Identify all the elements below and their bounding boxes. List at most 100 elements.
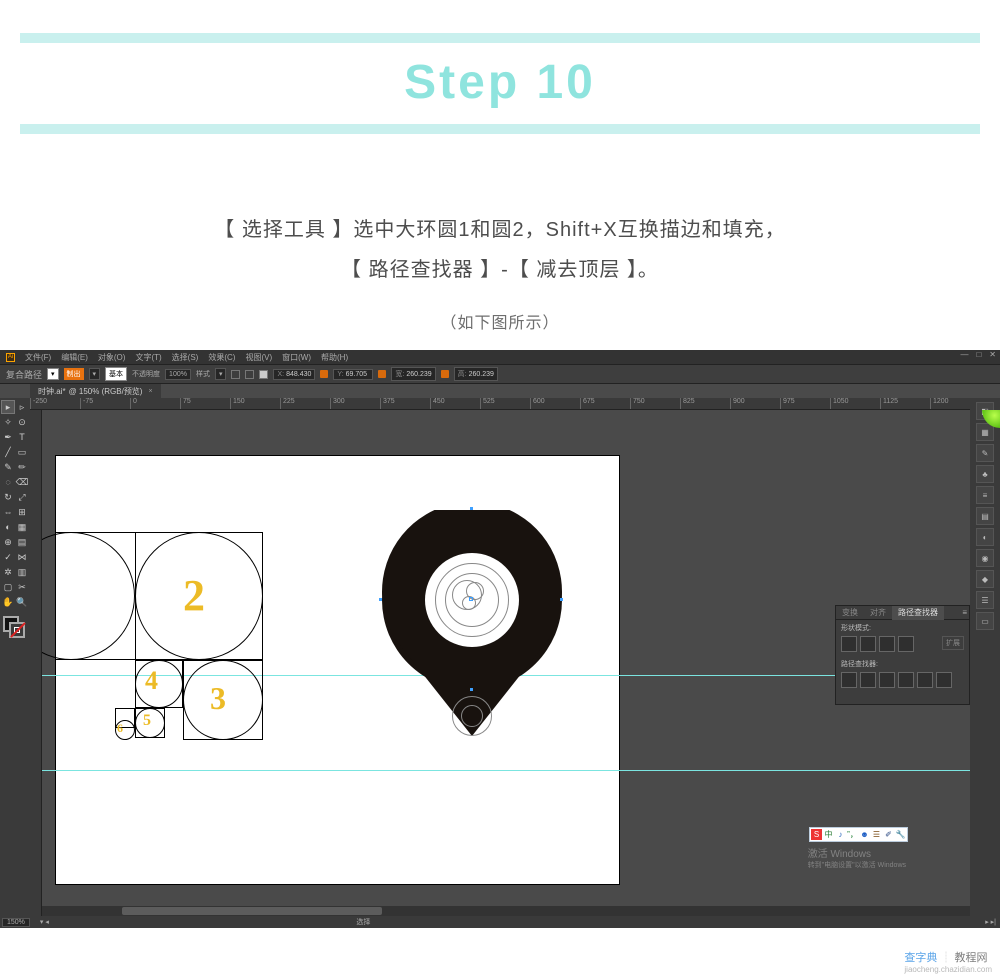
- panel-artboards-icon[interactable]: ▭: [976, 612, 994, 630]
- pf-minus-back-icon[interactable]: [936, 672, 952, 688]
- style-label: 样式: [196, 369, 210, 379]
- panel-symbols-icon[interactable]: ♣: [976, 465, 994, 483]
- stroke-action[interactable]: 制出: [64, 368, 84, 380]
- tool-gradient[interactable]: ▤: [15, 535, 29, 549]
- align-icon-1[interactable]: [231, 370, 240, 379]
- guide-line-2[interactable]: [42, 770, 970, 771]
- tool-symbol-spray[interactable]: ✲: [1, 565, 15, 579]
- panel-brushes-icon[interactable]: ✎: [976, 444, 994, 462]
- panel-color-icon[interactable]: ◧: [976, 402, 994, 420]
- tool-mesh[interactable]: ⊕: [1, 535, 15, 549]
- tool-lasso[interactable]: ⊙: [15, 415, 29, 429]
- menu-select[interactable]: 选择(S): [172, 352, 199, 363]
- status-zoom[interactable]: 150%: [2, 918, 30, 927]
- tool-rotate[interactable]: ↻: [1, 490, 15, 504]
- tool-shape-builder[interactable]: ◐: [1, 520, 15, 534]
- link-wh-icon[interactable]: [378, 370, 386, 378]
- pf-merge-icon[interactable]: [879, 672, 895, 688]
- menu-object[interactable]: 对象(O): [98, 352, 126, 363]
- tab-align[interactable]: 对齐: [864, 606, 892, 620]
- tool-pen[interactable]: ✒: [1, 430, 15, 444]
- fill-stroke-swatch[interactable]: [3, 616, 27, 640]
- brush-def[interactable]: 基本: [105, 367, 127, 381]
- label-circle-6: 6: [117, 721, 123, 736]
- fill-swatch[interactable]: ▾: [47, 368, 59, 380]
- window-close-icon[interactable]: ✕: [989, 350, 996, 359]
- window-maximize-icon[interactable]: □: [976, 350, 981, 359]
- tool-graph[interactable]: ▥: [15, 565, 29, 579]
- tool-free-transform[interactable]: ⊞: [15, 505, 29, 519]
- tool-eyedropper[interactable]: ✓: [1, 550, 15, 564]
- menu-type[interactable]: 文字(T): [135, 352, 161, 363]
- pf-outline-icon[interactable]: [917, 672, 933, 688]
- tool-rectangle[interactable]: ▭: [15, 445, 29, 459]
- canvas[interactable]: 2 3 4 5 6: [42, 410, 970, 916]
- panel-dock: ◧ ▦ ✎ ♣ ≡ ▤ ◐ ◉ ◆ ☰ ▭: [970, 398, 1000, 916]
- link-xy-icon[interactable]: [320, 370, 328, 378]
- menu-edit[interactable]: 编辑(E): [61, 352, 88, 363]
- menu-help[interactable]: 帮助(H): [321, 352, 348, 363]
- menu-file[interactable]: 文件(F): [25, 352, 51, 363]
- tab-close-icon[interactable]: ×: [148, 388, 152, 395]
- pf-expand-button[interactable]: 扩展: [942, 636, 964, 650]
- tool-pencil[interactable]: ✏: [15, 460, 29, 474]
- tool-blend[interactable]: ⋈: [15, 550, 29, 564]
- panel-gradient-icon[interactable]: ▤: [976, 507, 994, 525]
- tool-magic-wand[interactable]: ✧: [1, 415, 15, 429]
- stroke-weight[interactable]: ▾: [89, 368, 101, 380]
- menu-effect[interactable]: 效果(C): [208, 352, 235, 363]
- panel-appearance-icon[interactable]: ◉: [976, 549, 994, 567]
- tool-selection[interactable]: ▸: [1, 400, 15, 414]
- pf-exclude-icon[interactable]: [898, 636, 914, 652]
- style-select[interactable]: ▾: [215, 368, 227, 380]
- tool-artboard[interactable]: ▢: [1, 580, 15, 594]
- pf-crop-icon[interactable]: [898, 672, 914, 688]
- tool-eraser[interactable]: ⌫: [15, 475, 29, 489]
- tool-width[interactable]: ⇔: [1, 505, 15, 519]
- menu-window[interactable]: 窗口(W): [282, 352, 311, 363]
- align-icon-3[interactable]: [259, 370, 268, 379]
- scrollbar-horizontal[interactable]: [42, 906, 970, 916]
- align-icon-2[interactable]: [245, 370, 254, 379]
- tool-direct-select[interactable]: ▹: [15, 400, 29, 414]
- panel-transparency-icon[interactable]: ◐: [976, 528, 994, 546]
- pf-unite-icon[interactable]: [841, 636, 857, 652]
- ruler-horizontal[interactable]: -250-750 75150225 300375450 525600675 75…: [30, 398, 970, 410]
- pf-minus-front-icon[interactable]: [860, 636, 876, 652]
- panel-swatches-icon[interactable]: ▦: [976, 423, 994, 441]
- opacity-value[interactable]: 100%: [165, 369, 191, 380]
- tab-pathfinder[interactable]: 路径查找器: [892, 606, 944, 620]
- shape-modes-label: 形状模式:: [836, 620, 969, 636]
- window-minimize-icon[interactable]: —: [960, 350, 968, 359]
- panel-menu-icon[interactable]: ≡: [962, 608, 967, 617]
- panel-graphic-styles-icon[interactable]: ◆: [976, 570, 994, 588]
- panel-stroke-icon[interactable]: ≡: [976, 486, 994, 504]
- menu-view[interactable]: 视图(V): [245, 352, 272, 363]
- pf-trim-icon[interactable]: [860, 672, 876, 688]
- panel-layers-icon[interactable]: ☰: [976, 591, 994, 609]
- pf-intersect-icon[interactable]: [879, 636, 895, 652]
- transform-w[interactable]: 宽:260.239: [391, 367, 435, 381]
- tool-type[interactable]: T: [15, 430, 29, 444]
- tool-scale[interactable]: ⤢: [15, 490, 29, 504]
- label-circle-2: 2: [183, 570, 205, 621]
- tool-line[interactable]: ╱: [1, 445, 15, 459]
- ring-pin-shape[interactable]: [382, 510, 562, 740]
- tool-brush[interactable]: ✎: [1, 460, 15, 474]
- document-tab[interactable]: 时钟.ai* @ 150% (RGB/预览) ×: [30, 384, 161, 398]
- transform-h[interactable]: 高:260.239: [454, 367, 498, 381]
- tool-perspective[interactable]: ▦: [15, 520, 29, 534]
- pathfinder-panel[interactable]: ≡ 变换 对齐 路径查找器 形状模式: 扩展 路径查找器:: [835, 605, 970, 705]
- lock-ratio-icon[interactable]: [441, 370, 449, 378]
- tab-transform[interactable]: 变换: [836, 606, 864, 620]
- tool-hand[interactable]: ✋: [1, 595, 15, 609]
- pf-divide-icon[interactable]: [841, 672, 857, 688]
- tool-zoom[interactable]: 🔍: [15, 595, 29, 609]
- tool-slice[interactable]: ✂: [15, 580, 29, 594]
- transform-y[interactable]: Y:69.705: [333, 369, 373, 380]
- decor-band-top: [20, 33, 980, 43]
- ruler-vertical[interactable]: [30, 410, 42, 916]
- transform-x[interactable]: X:848.430: [273, 369, 315, 380]
- scrollbar-thumb[interactable]: [122, 907, 382, 915]
- tool-blob[interactable]: ◌: [1, 475, 15, 489]
